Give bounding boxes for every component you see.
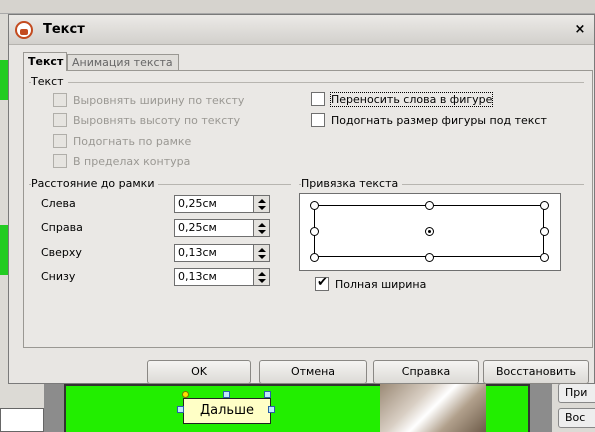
spin-right[interactable]: 0,25см bbox=[174, 219, 270, 237]
dialog-title: Текст bbox=[43, 22, 85, 37]
checkbox-label: Подогнать по рамке bbox=[73, 134, 192, 148]
checkbox-label: Подогнать размер фигуры под текст bbox=[331, 113, 547, 127]
spin-top[interactable]: 0,13см bbox=[174, 244, 270, 262]
checkbox[interactable] bbox=[53, 154, 67, 168]
spin-input[interactable]: 0,13см bbox=[174, 244, 254, 262]
checkbox-label: В пределах контура bbox=[73, 154, 191, 168]
option-fit-to-frame[interactable]: Подогнать по рамке bbox=[53, 134, 191, 148]
anchor-middle-right[interactable] bbox=[540, 227, 549, 236]
option-fit-width[interactable]: Выровнять ширину по тексту bbox=[53, 93, 244, 107]
anchor-bottom-right[interactable] bbox=[540, 253, 549, 262]
spin-arrows[interactable] bbox=[254, 244, 270, 262]
anchor-middle-left[interactable] bbox=[310, 227, 319, 236]
rotate-handle[interactable] bbox=[182, 391, 189, 398]
dialog-titlebar[interactable]: Текст × bbox=[9, 15, 594, 45]
spin-arrows[interactable] bbox=[254, 195, 270, 213]
app-logo-icon bbox=[15, 21, 33, 39]
background-toolbar bbox=[0, 0, 595, 14]
field-label-bottom: Снизу bbox=[41, 270, 76, 283]
spin-input[interactable]: 0,25см bbox=[174, 195, 254, 213]
group-title-spacing: Расстояние до рамки bbox=[31, 177, 159, 190]
checkbox-label: Выровнять ширину по тексту bbox=[73, 93, 245, 107]
anchor-top-right[interactable] bbox=[540, 201, 549, 210]
anchor-selector[interactable] bbox=[299, 193, 561, 271]
slide-text-box[interactable]: Дальше bbox=[183, 398, 271, 424]
background-slide-thumb bbox=[0, 60, 8, 100]
field-label-top: Сверху bbox=[41, 246, 82, 259]
checkbox[interactable] bbox=[311, 113, 325, 127]
anchor-top-left[interactable] bbox=[310, 201, 319, 210]
checkbox-label: Полная ширина bbox=[335, 277, 427, 291]
checkbox[interactable] bbox=[315, 275, 329, 291]
resize-handle[interactable] bbox=[268, 406, 275, 413]
ok-button[interactable]: OK bbox=[147, 360, 251, 384]
background-photo bbox=[380, 384, 486, 432]
spin-input[interactable]: 0,25см bbox=[174, 219, 254, 237]
resize-handle[interactable] bbox=[264, 391, 271, 398]
anchor-bottom-center[interactable] bbox=[425, 253, 434, 262]
spin-bottom[interactable]: 0,13см bbox=[174, 268, 270, 286]
help-button[interactable]: Справка bbox=[373, 360, 479, 384]
checkbox[interactable] bbox=[53, 134, 67, 148]
group-divider bbox=[29, 82, 584, 83]
field-label-right: Справа bbox=[41, 221, 83, 234]
spin-input[interactable]: 0,13см bbox=[174, 268, 254, 286]
text-dialog: Текст × Текст Анимация текста Текст Выро… bbox=[8, 14, 595, 384]
cancel-button[interactable]: Отмена bbox=[259, 360, 367, 384]
background-right-button[interactable]: При bbox=[558, 383, 595, 403]
group-title-text: Текст bbox=[31, 75, 68, 88]
checkbox-label: Выровнять высоту по тексту bbox=[73, 113, 241, 127]
option-resize-shape[interactable]: Подогнать размер фигуры под текст bbox=[311, 113, 547, 127]
close-icon[interactable]: × bbox=[572, 22, 588, 38]
checkbox-label: Переносить слова в фигуре bbox=[329, 91, 494, 107]
checkbox[interactable] bbox=[311, 92, 325, 106]
spin-arrows[interactable] bbox=[254, 268, 270, 286]
spin-left[interactable]: 0,25см bbox=[174, 195, 270, 213]
checkbox[interactable] bbox=[53, 93, 67, 107]
option-fit-height[interactable]: Выровнять высоту по тексту bbox=[53, 113, 240, 127]
background-right-button[interactable]: Вос bbox=[558, 408, 595, 428]
checkbox[interactable] bbox=[53, 113, 67, 127]
reset-button[interactable]: Восстановить bbox=[483, 360, 589, 384]
group-title-anchor: Привязка текста bbox=[301, 177, 403, 190]
background-left-box bbox=[0, 408, 44, 432]
spin-arrows[interactable] bbox=[254, 219, 270, 237]
resize-handle[interactable] bbox=[177, 406, 184, 413]
option-full-width[interactable]: Полная ширина bbox=[315, 275, 427, 291]
anchor-center[interactable] bbox=[425, 227, 434, 236]
option-word-wrap[interactable]: Переносить слова в фигуре bbox=[311, 91, 494, 107]
field-label-left: Слева bbox=[41, 197, 76, 210]
tab-text-animation[interactable]: Анимация текста bbox=[67, 54, 179, 70]
tab-text[interactable]: Текст bbox=[23, 52, 67, 71]
anchor-bottom-left[interactable] bbox=[310, 253, 319, 262]
background-slide-thumb bbox=[0, 225, 8, 275]
option-within-contour[interactable]: В пределах контура bbox=[53, 154, 190, 168]
anchor-top-center[interactable] bbox=[425, 201, 434, 210]
resize-handle[interactable] bbox=[223, 391, 230, 398]
